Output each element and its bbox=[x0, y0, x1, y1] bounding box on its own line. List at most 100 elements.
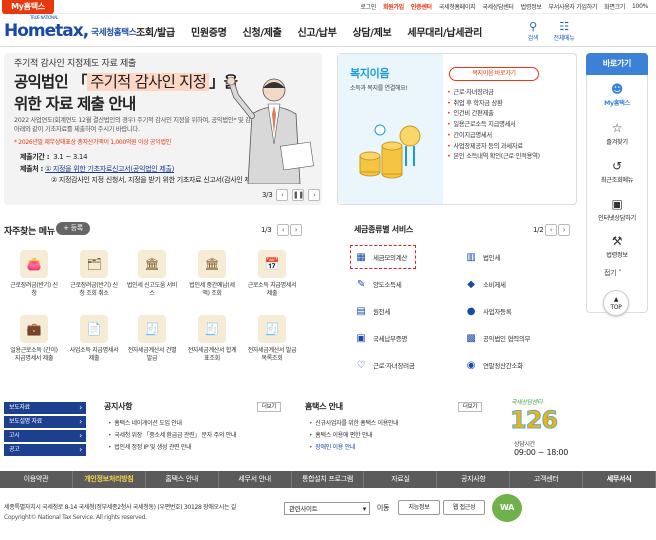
footer-link-terms[interactable]: 이용약관 bbox=[0, 471, 73, 488]
notice-item[interactable]: 홈택스 네이게이션 도입 안내 bbox=[108, 418, 236, 430]
gnb-item-report[interactable]: 신고/납부 bbox=[290, 24, 345, 39]
banner-next-button[interactable]: › bbox=[308, 189, 321, 201]
tax-service-item[interactable]: ◉ 연말정산간소화 bbox=[465, 359, 523, 371]
notice-item[interactable]: 국세청 위장 「중소세 환급금 관련」 문자 주의 안내 bbox=[108, 430, 236, 442]
gnb-item-consult[interactable]: 상담/제보 bbox=[344, 24, 399, 39]
welfare-item[interactable]: 근로·자녀장려금 bbox=[447, 88, 540, 99]
global-nav: 조회/발급 민원증명 신청/제출 신고/납부 상담/제보 세무대리/납세관리 bbox=[128, 24, 490, 39]
guide-item[interactable]: 홈택스 이용에 편한 안내 bbox=[309, 430, 398, 442]
notice-item[interactable]: 법인세 정정 IP 및 생성 관련 안내 bbox=[108, 442, 236, 454]
period-label: 제출기간 : bbox=[20, 153, 50, 161]
gnb-item-tax-agent[interactable]: 세무대리/납세관리 bbox=[399, 24, 490, 39]
welfare-item[interactable]: 사업장제공자 등의 과세자료 bbox=[447, 142, 540, 153]
footer-link-hometax-guide[interactable]: 홈택스 안내 bbox=[146, 471, 219, 488]
frequent-menu-register-button[interactable]: + 등록 bbox=[56, 222, 90, 235]
gnb-item-inquiry[interactable]: 조회/발급 bbox=[128, 24, 183, 39]
target-item-1[interactable]: ① 지정을 위한 기초자료신고서(공익법인 제출) bbox=[45, 165, 174, 173]
frequent-menu-item[interactable]: 📄 사업소득 지급명세서 제출 bbox=[68, 315, 120, 363]
frequent-menu-item[interactable]: 🧾 전자세금계산서 건별발급 bbox=[126, 315, 178, 363]
tax-service-item[interactable]: ♡ 근로·자녀장려금 bbox=[355, 359, 415, 371]
tax-service-item[interactable]: ◆ 소비제세 bbox=[465, 278, 506, 290]
frequent-menu-label: 근로장려금(반기) 신청 조회 취소 bbox=[70, 282, 118, 297]
tax-service-next-button[interactable]: › bbox=[558, 224, 570, 236]
footer-link-office-guide[interactable]: 세무서 안내 bbox=[219, 471, 292, 488]
intelligence-badge[interactable]: 지능정보 bbox=[398, 500, 440, 515]
sidebar-item-favorites[interactable]: ☆ 즐겨찾기 bbox=[586, 121, 648, 146]
frequent-menu-item[interactable]: 🗂 근로장려금(반기) 신청 조회 취소 bbox=[68, 250, 120, 298]
welfare-item[interactable]: 간이지급명세서 bbox=[447, 131, 540, 142]
guide-more-button[interactable]: 더보기 bbox=[458, 402, 482, 412]
sidebar-fold-button[interactable]: 접기 ˄ bbox=[604, 268, 622, 278]
tax-service-item[interactable]: ✎ 양도소득세 bbox=[355, 278, 402, 290]
tax-service-item[interactable]: ▤ 원천세 bbox=[355, 305, 390, 317]
search-icon: ⚲ bbox=[529, 20, 537, 33]
frequent-menu-next-button[interactable]: › bbox=[290, 224, 302, 236]
frequent-menu-item[interactable]: 🏛 법인세 신고도움 서비스 bbox=[126, 250, 178, 298]
sidebar-item-law-info[interactable]: ⚒ 법령정보 bbox=[586, 234, 648, 259]
frequent-menu-item[interactable]: 🧾 전자세금계산서 합계표조회 bbox=[186, 315, 238, 363]
guide-item[interactable]: 신규사업자를 위한 홈택스 이용안내 bbox=[309, 418, 398, 430]
frequent-menu-item[interactable]: 💼 일용근로소득 (간이)지급명세서 제출 bbox=[8, 315, 60, 363]
tax-service-item[interactable]: ▦ 세금모의계산 bbox=[355, 251, 407, 263]
nts-home-link[interactable]: 국세청홈페이지 bbox=[439, 2, 476, 11]
related-sites-go-button[interactable]: 이동 bbox=[373, 502, 393, 515]
frequent-menu-item[interactable]: 🧾 전자세금계산서 발급목록조회 bbox=[246, 315, 298, 363]
dept-user-link[interactable]: 부서사용자 가입하기 bbox=[549, 2, 598, 11]
announcement-link[interactable]: 공고 bbox=[4, 444, 86, 456]
gnb-item-certificate[interactable]: 민원증명 bbox=[183, 24, 235, 39]
my-hometax-tab[interactable]: My홈택스 bbox=[2, 0, 54, 14]
banner-prev-button[interactable]: ‹ bbox=[276, 189, 289, 201]
notice-more-button[interactable]: 더보기 bbox=[257, 402, 281, 412]
press-release-link[interactable]: 보도자료 bbox=[4, 402, 86, 414]
footer-link-notice[interactable]: 공지사항 bbox=[437, 471, 511, 488]
folder-icon: 🗂 bbox=[80, 250, 108, 278]
all-menu-button[interactable]: ☷ 전체메뉴 bbox=[549, 20, 579, 42]
footer-link-install[interactable]: 통합설치 프로그램 bbox=[292, 471, 365, 488]
all-menu-label: 전체메뉴 bbox=[553, 35, 575, 42]
frequent-menu-label: 법인세 중간예납(세액) 조회 bbox=[189, 282, 235, 297]
welfare-item[interactable]: 일용근로소득 지급명세서 bbox=[447, 120, 540, 131]
press-explain-link[interactable]: 보도설명 자료 bbox=[4, 416, 86, 428]
frequent-menu-item[interactable]: 🏛 법인세 중간예납(세액) 조회 bbox=[186, 250, 238, 298]
frequent-menu-item[interactable]: 👛 근로장려금(반기) 신청 bbox=[8, 250, 60, 298]
frequent-menu-label: 근로소득 지급명세서 제출 bbox=[247, 282, 297, 297]
related-sites-select[interactable]: 관련사이트 bbox=[284, 502, 370, 515]
tax-service-label: 사업자등록 bbox=[483, 308, 512, 316]
search-button[interactable]: ⚲ 검색 bbox=[523, 20, 543, 42]
sidebar-item-my-hometax[interactable]: ☻ My홈택스 bbox=[586, 82, 648, 107]
fold-label: 접기 bbox=[604, 269, 617, 277]
welfare-item[interactable]: 인건비 간편제출 bbox=[447, 109, 540, 120]
footer-link-privacy[interactable]: 개인정보처리방침 bbox=[73, 471, 146, 488]
law-info-link[interactable]: 법령정보 bbox=[521, 2, 542, 11]
footer-link-library[interactable]: 자료실 bbox=[364, 471, 438, 488]
tax-service-item[interactable]: ▩ 공익법인 협력의무 bbox=[465, 332, 530, 344]
zoom-level[interactable]: 100% bbox=[632, 3, 648, 10]
login-link[interactable]: 로그인 bbox=[360, 2, 376, 11]
frequent-menu-prev-button[interactable]: ‹ bbox=[277, 224, 289, 236]
tax-service-item[interactable]: ● 사업자등록 bbox=[465, 305, 512, 317]
sidebar-item-online-consult[interactable]: ▣ 인터넷상담하기 bbox=[586, 197, 648, 222]
consult-center-link[interactable]: 국세상담센터 bbox=[482, 2, 514, 11]
scroll-top-button[interactable]: ▲ TOP bbox=[603, 290, 629, 316]
signup-link[interactable]: 회원가입 bbox=[383, 2, 404, 11]
tax-service-item[interactable]: ▣ 국세납부증명 bbox=[355, 332, 407, 344]
welfare-item[interactable]: 취업 후 학자금 상환 bbox=[447, 99, 540, 110]
notice-gosi-link[interactable]: 고시 bbox=[4, 430, 86, 442]
chevron-right-icon: › bbox=[562, 226, 566, 234]
hometax-logo[interactable]: Hometax, 국세청홈택스 bbox=[4, 17, 137, 41]
monitor-icon: ▣ bbox=[611, 197, 623, 211]
frequent-menu-item[interactable]: 📅 근로소득 지급명세서 제출 bbox=[246, 250, 298, 298]
welfare-item[interactable]: 본인 소득내역 확인(근로·인적용역) bbox=[447, 152, 540, 163]
welfare-shortcut-button[interactable]: 복지이음 바로가기 bbox=[449, 67, 539, 81]
sidebar-item-recent[interactable]: ↺ 최근조회메뉴 bbox=[586, 159, 648, 184]
tax-service-title: 세금종류별 서비스 bbox=[354, 225, 413, 234]
cert-center-link[interactable]: 인증센터 bbox=[411, 2, 432, 11]
footer-link-forms[interactable]: 세무서식 bbox=[583, 471, 656, 488]
gnb-item-apply[interactable]: 신청/제출 bbox=[235, 24, 290, 39]
guide-item[interactable]: 장애인 이용 안내 bbox=[309, 442, 398, 454]
web-accessibility-badge[interactable]: 웹 접근성 bbox=[443, 500, 485, 515]
tax-service-prev-button[interactable]: ‹ bbox=[545, 224, 557, 236]
tax-service-item[interactable]: ▥ 법인세 bbox=[465, 251, 500, 263]
banner-pause-button[interactable]: ❚❚ bbox=[292, 189, 305, 201]
footer-link-customer[interactable]: 고객센터 bbox=[510, 471, 584, 488]
